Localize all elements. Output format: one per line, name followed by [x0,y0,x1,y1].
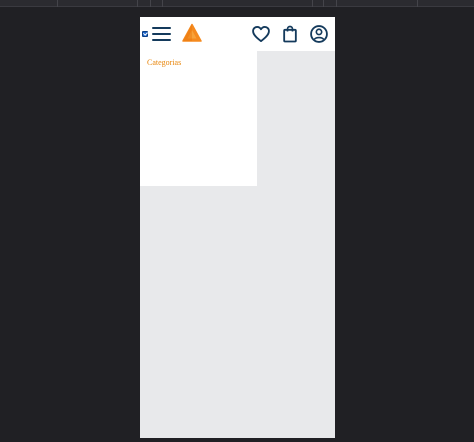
strip-divider [336,0,337,7]
strip-divider [417,0,418,7]
strip-divider [162,0,163,7]
hamburger-line [152,27,171,29]
hamburger-line [152,33,171,35]
user-circle-icon [310,25,328,43]
shopping-bag-icon [283,25,297,43]
browser-top-strip [0,0,474,7]
strip-divider [57,0,58,7]
triangle-logo-icon [182,23,202,42]
mobile-viewport: Categorias [140,17,335,438]
menu-toggle-checkbox[interactable] [142,31,148,37]
strip-divider [137,0,138,7]
site-header [140,17,335,51]
brand-logo[interactable] [182,23,202,43]
favorites-button[interactable] [251,24,271,44]
strip-divider [323,0,324,7]
drawer-title[interactable]: Categorias [147,58,181,67]
hamburger-icon[interactable] [152,26,172,42]
cart-button[interactable] [280,24,300,44]
heart-icon [252,26,270,42]
strip-divider [312,0,313,7]
hamburger-line [152,39,171,41]
account-button[interactable] [309,24,329,44]
categories-drawer: Categorias [140,51,257,186]
strip-divider [150,0,151,7]
